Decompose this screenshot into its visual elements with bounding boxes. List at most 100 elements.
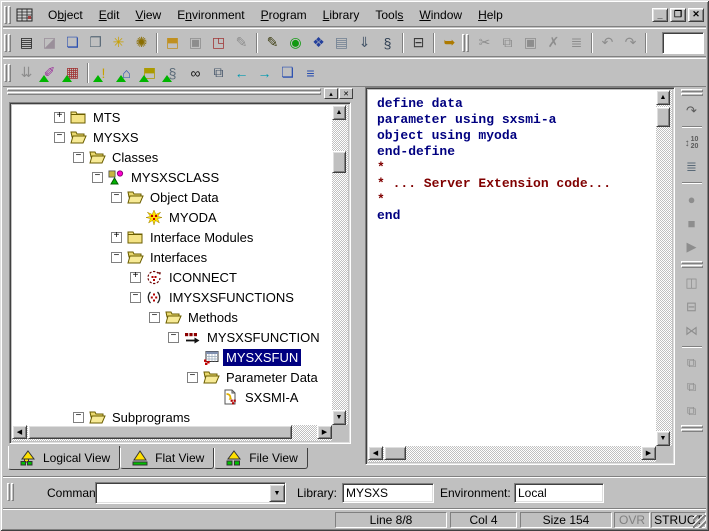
toolbar-grip[interactable] [680, 89, 703, 97]
toolbar-grip[interactable] [680, 261, 703, 269]
list-item-button[interactable]: ▦ [61, 61, 84, 84]
tree-item-interfaces[interactable]: − Interfaces [111, 247, 210, 267]
tree-vscroll-up[interactable]: ▲ [332, 105, 346, 120]
tree-hscrollbar[interactable]: ◀ ▶ [12, 425, 332, 441]
editor-vscroll-down[interactable]: ▼ [656, 431, 670, 446]
tab-logical-view[interactable]: Logical View [8, 446, 121, 470]
chevron-down-icon[interactable]: ▼ [269, 484, 285, 502]
library-field[interactable]: MYSXS [342, 483, 434, 503]
menu-view[interactable]: View [127, 5, 169, 25]
tree-item-subprograms[interactable]: − Subprograms [73, 407, 193, 425]
find-object-button[interactable]: ✺ [130, 31, 153, 54]
tree-expand-mysxs[interactable]: − [54, 131, 65, 143]
tab-file-view[interactable]: File View [214, 448, 308, 469]
stow-button[interactable]: ❖ [307, 31, 330, 54]
toolbar-grip[interactable] [4, 63, 12, 82]
navigate-back-button[interactable]: ← [230, 61, 253, 84]
editor-vscroll-up[interactable]: ▲ [656, 90, 670, 105]
menubar-grip[interactable] [4, 5, 12, 24]
tree-hscroll-thumb[interactable] [28, 425, 292, 439]
update-source-button[interactable]: ↷ [681, 100, 703, 122]
new-window-button[interactable]: ❏ [61, 31, 84, 54]
catalog-button[interactable]: § [376, 31, 399, 54]
editor-hscroll-right[interactable]: ▶ [641, 446, 656, 460]
tab-flat-view[interactable]: Flat View [120, 448, 215, 469]
open-item-button[interactable]: ⬒ [138, 61, 161, 84]
command-input[interactable] [99, 486, 269, 500]
tree-hscroll-right[interactable]: ▶ [317, 425, 332, 439]
editor-hscroll-thumb[interactable] [384, 446, 406, 460]
editor-hscroll-left[interactable]: ◀ [368, 446, 383, 460]
tree-expand-subprograms[interactable]: − [73, 411, 84, 423]
shift-source-button[interactable]: ≣ [681, 156, 703, 178]
menu-tools[interactable]: Tools [367, 5, 411, 25]
tree-expand-mysxsclass[interactable]: − [92, 171, 103, 183]
renumber-button[interactable]: ↕ 10 20 [681, 132, 703, 154]
home-item-button[interactable]: ⌂ [115, 61, 138, 84]
tree-item-mysxs[interactable]: − MYSXS [54, 127, 142, 147]
tree-expand-mysxsfunction[interactable]: − [168, 331, 179, 343]
stow-item-button[interactable]: § [161, 61, 184, 84]
tree-item-classes[interactable]: − Classes [73, 147, 161, 167]
tile-button[interactable]: ≡ [299, 61, 322, 84]
open-button[interactable]: ⬒ [161, 31, 184, 54]
code-editor[interactable]: define data parameter using sxsmi-a object… [368, 90, 656, 224]
edit-item-button[interactable]: ✐ [38, 61, 61, 84]
tree-item-object-data[interactable]: − Object Data [111, 187, 222, 207]
tree-expand-parameter-data[interactable]: − [187, 371, 198, 383]
window-list-button[interactable]: ❐ [84, 31, 107, 54]
tree-vscrollbar[interactable]: ▲ ▼ [332, 105, 348, 425]
navigate-forward-button[interactable]: → [253, 61, 276, 84]
tree-item-methods[interactable]: − Methods [149, 307, 241, 327]
tree-expand-classes[interactable]: − [73, 151, 84, 163]
environment-field[interactable]: Local [514, 483, 604, 503]
import-button[interactable]: ✳ [107, 31, 130, 54]
dock-header[interactable]: ▴ ✕ [7, 88, 355, 100]
menu-help[interactable]: Help [470, 5, 511, 25]
tree-item-sxsmi-a[interactable]: SXSMI-A [206, 387, 301, 407]
list-source-button[interactable]: ▤ [330, 31, 353, 54]
restore-button[interactable]: ❐ [670, 7, 686, 22]
menu-environment[interactable]: Environment [169, 5, 252, 25]
cmdbar-grip[interactable] [7, 483, 15, 501]
find-button[interactable]: ∞ [184, 61, 207, 84]
tree-expand-object-data[interactable]: − [111, 191, 122, 203]
check-item-button[interactable]: ! [92, 61, 115, 84]
tree-item-iconnect[interactable]: + ICONNECT [130, 267, 240, 287]
menu-window[interactable]: Window [411, 5, 470, 25]
sort-button[interactable]: ⇓ [353, 31, 376, 54]
close-button[interactable]: ✕ [688, 7, 704, 22]
copy-history-button[interactable]: ⧉ [207, 61, 230, 84]
editor-vscroll-thumb[interactable] [656, 107, 670, 127]
tree-expand-interfaces[interactable]: − [111, 251, 122, 263]
menu-object[interactable]: Object [40, 5, 91, 25]
check-button[interactable]: ◉ [284, 31, 307, 54]
tree-item-imysxsfunctions[interactable]: − IMYSXSFUNCTIONS [130, 287, 297, 307]
editor-vscrollbar[interactable]: ▲ ▼ [656, 90, 672, 446]
print-button[interactable]: ⊟ [407, 31, 430, 54]
exit-button[interactable]: ➥ [438, 31, 461, 54]
object-list-button[interactable]: ▤ [15, 31, 38, 54]
tree-expand-interface-modules[interactable]: + [111, 231, 122, 243]
close-object-button[interactable]: ◳ [207, 31, 230, 54]
tree-item-mysxsfunction[interactable]: − MYSXSFUNCTION [168, 327, 323, 347]
tree-item-mysxsfun[interactable]: MYSXSFUN [187, 347, 302, 367]
toolbar-grip[interactable] [462, 33, 470, 52]
new-source-button[interactable]: ✎ [261, 31, 284, 54]
tree-item-myoda[interactable]: MYODA [130, 207, 220, 227]
tree-item-parameter-data[interactable]: − Parameter Data [187, 367, 321, 387]
editor-hscrollbar[interactable]: ◀ ▶ [368, 446, 656, 462]
tree-item-mysxsclass[interactable]: − MYSXSCLASS [92, 167, 222, 187]
tree-expand-iconnect[interactable]: + [130, 271, 141, 283]
tree-view[interactable]: + MTS − MYSXS − Classes − MYSXSCLASS − Object Dat… [12, 105, 332, 425]
menu-program[interactable]: Program [253, 5, 315, 25]
tree-hscroll-left[interactable]: ◀ [12, 425, 27, 439]
minimize-button[interactable]: _ [652, 7, 668, 22]
tree-vscroll-down[interactable]: ▼ [332, 410, 346, 425]
resize-grip[interactable] [693, 515, 706, 528]
tree-item-interface-modules[interactable]: + Interface Modules [111, 227, 256, 247]
toolbar-grip[interactable] [680, 425, 703, 433]
tree-expand-imysxsfunctions[interactable]: − [130, 291, 141, 303]
menu-library[interactable]: Library [315, 5, 368, 25]
toolbar-grip[interactable] [4, 33, 12, 52]
